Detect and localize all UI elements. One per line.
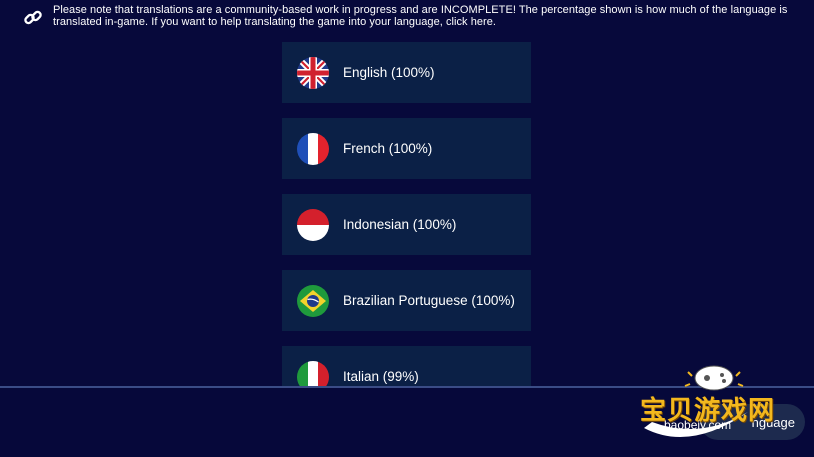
language-item-brazilian-portuguese[interactable]: Brazilian Portuguese (100%) [282, 270, 531, 331]
indonesia-flag-icon [297, 208, 329, 241]
language-item-french[interactable]: French (100%) [282, 118, 531, 179]
language-label: Italian (99%) [343, 369, 419, 384]
language-item-indonesian[interactable]: Indonesian (100%) [282, 194, 531, 255]
language-item-italian[interactable]: Italian (99%) [282, 346, 531, 386]
watermark-logo: 宝贝游戏网 baobeiy.com [630, 360, 774, 450]
link-icon [22, 7, 44, 29]
language-label: Brazilian Portuguese (100%) [343, 293, 515, 308]
language-item-english[interactable]: English (100%) [282, 42, 531, 103]
brazil-flag-icon [297, 284, 329, 317]
language-label: French (100%) [343, 141, 433, 156]
language-label: Indonesian (100%) [343, 217, 457, 232]
language-list[interactable]: English (100%) French (100%) Indonesian … [282, 42, 531, 386]
language-select-screen: Please note that translations are a comm… [0, 0, 814, 457]
notice-text: Please note that translations are a comm… [53, 4, 788, 28]
italy-flag-icon [297, 360, 329, 386]
watermark-en-text: baobeiy.com [664, 418, 732, 432]
language-label: English (100%) [343, 65, 435, 80]
uk-flag-icon [297, 56, 329, 89]
translation-notice-link[interactable]: Please note that translations are a comm… [22, 4, 792, 29]
france-flag-icon [297, 132, 329, 165]
